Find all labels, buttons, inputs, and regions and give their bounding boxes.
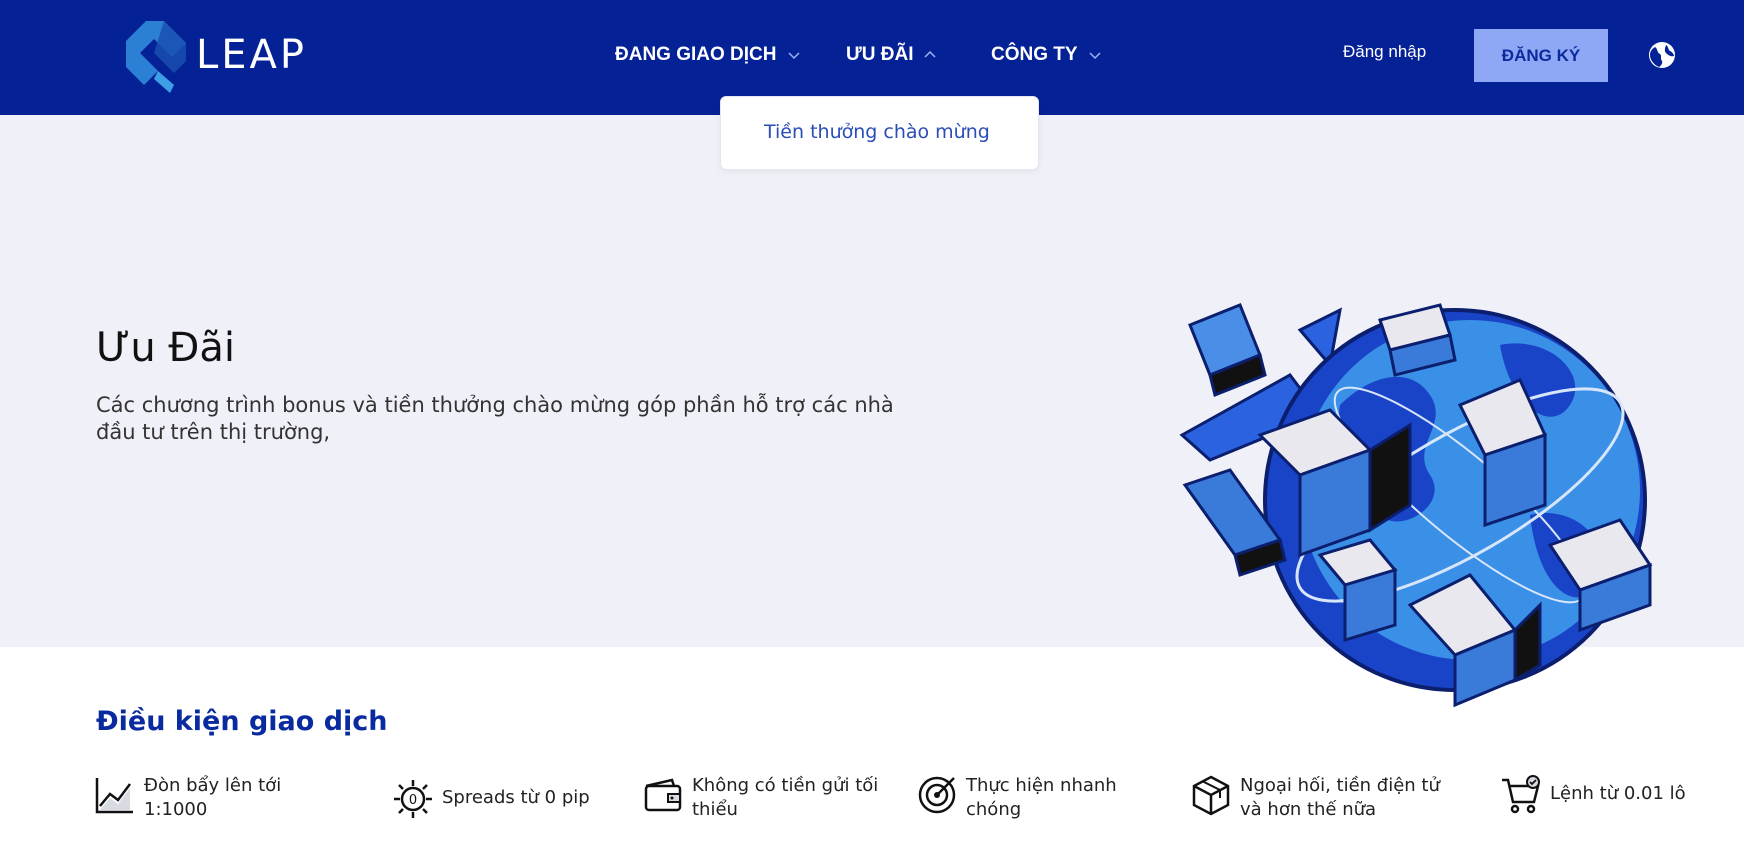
nav-trading-label: ĐANG GIAO DỊCH xyxy=(615,44,777,65)
nav-company[interactable]: CÔNG TY xyxy=(991,40,1102,70)
gift-boxes-globe-illustration xyxy=(1179,303,1653,708)
feature-markets-text: Ngoại hối, tiền điện tử và hơn thế nữa xyxy=(1240,775,1440,820)
feature-fast-execution-text: Thực hiện nhanh chóng xyxy=(966,775,1117,820)
svg-text:0: 0 xyxy=(409,793,417,808)
hero-title: Ưu Đãi xyxy=(96,325,236,371)
feature-min-lot-text: Lệnh từ 0.01 lô xyxy=(1550,783,1686,804)
feature-min-lot: Lệnh từ 0.01 lô xyxy=(1500,774,1700,816)
logo-text: LEAP xyxy=(196,32,308,78)
nav-trading[interactable]: ĐANG GIAO DỊCH xyxy=(615,40,801,70)
feature-markets: Ngoại hối, tiền điện tử và hơn thế nữa xyxy=(1190,774,1460,822)
chevron-down-icon xyxy=(787,52,800,60)
trading-conditions-title: Điều kiện giao dịch xyxy=(96,706,388,737)
feature-spreads-text: Spreads từ 0 pip xyxy=(442,787,590,808)
feature-no-min-deposit-text: Không có tiền gửi tối thiểu xyxy=(692,775,879,820)
zero-spread-icon: 0 xyxy=(394,780,432,818)
hero-description: Các chương trình bonus và tiền thưởng ch… xyxy=(96,393,894,444)
nav-promotions[interactable]: ƯU ĐÃI xyxy=(846,40,937,70)
chart-line-icon xyxy=(95,778,133,814)
feature-no-min-deposit: Không có tiền gửi tối thiểu xyxy=(642,774,902,822)
language-globe-icon[interactable] xyxy=(1647,40,1677,70)
target-icon xyxy=(918,776,956,814)
logo-mark-icon xyxy=(126,21,186,93)
hero-section: Ưu Đãi Các chương trình bonus và tiền th… xyxy=(0,115,1744,708)
nav-promotions-label: ƯU ĐÃI xyxy=(846,44,914,65)
feature-spreads: 0 Spreads từ 0 pip xyxy=(392,778,612,820)
wallet-icon xyxy=(644,778,682,812)
feature-fast-execution: Thực hiện nhanh chóng xyxy=(916,774,1146,822)
signup-button[interactable]: ĐĂNG KÝ xyxy=(1474,29,1608,82)
feature-leverage-text: Đòn bẩy lên tới 1:1000 xyxy=(144,775,282,820)
dropdown-item-welcome-bonus[interactable]: Tiền thưởng chào mừng xyxy=(764,121,990,143)
cube-icon xyxy=(1192,775,1230,816)
cart-icon xyxy=(1502,775,1540,814)
logo[interactable]: LEAP xyxy=(124,16,324,94)
promotions-dropdown: Tiền thưởng chào mừng xyxy=(720,96,1039,170)
login-link[interactable]: Đăng nhập xyxy=(1343,42,1426,62)
chevron-down-icon xyxy=(1089,52,1101,60)
nav-company-label: CÔNG TY xyxy=(991,44,1078,65)
feature-leverage: Đòn bẩy lên tới 1:1000 xyxy=(94,774,314,822)
chevron-up-icon xyxy=(924,50,937,58)
